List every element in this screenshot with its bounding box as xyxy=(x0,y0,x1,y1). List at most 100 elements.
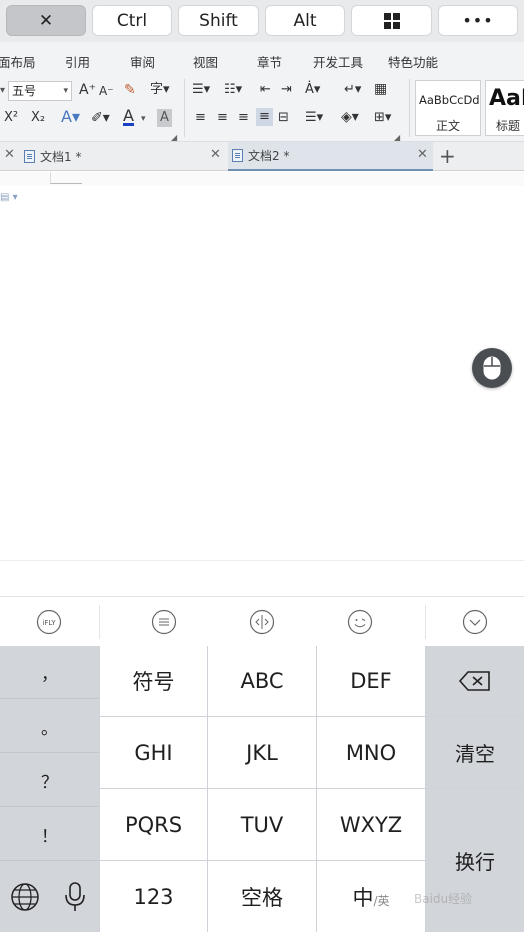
page-corner-mark xyxy=(50,172,82,184)
document-icon xyxy=(24,150,35,163)
key-space[interactable]: 空格 xyxy=(208,861,316,932)
clear-format-icon[interactable]: ✎ xyxy=(124,81,136,99)
toolbar-divider xyxy=(99,605,100,639)
key-123[interactable]: 123 xyxy=(100,861,207,932)
borders-icon[interactable]: ⊞▾ xyxy=(374,109,391,127)
paste-options-icon[interactable]: ▤ ▾ xyxy=(0,192,18,203)
menu-special-features[interactable]: 特色功能 xyxy=(388,52,438,71)
table-border-icon[interactable]: ▦ xyxy=(374,80,387,98)
sort-text-icon[interactable]: Ȧ▾ xyxy=(305,81,320,99)
punct-question-key[interactable]: ？ xyxy=(0,754,99,807)
key-abc[interactable]: ABC xyxy=(208,646,316,716)
tab-close-icon[interactable]: ✕ xyxy=(210,147,221,162)
increase-indent-icon[interactable]: ⇥ xyxy=(281,81,292,99)
subscript-button[interactable]: X₂ xyxy=(31,109,45,127)
char-shading-icon[interactable]: A xyxy=(157,109,172,127)
mouse-icon xyxy=(483,356,501,380)
punct-period-key[interactable]: 。 xyxy=(0,700,99,753)
key-symbols[interactable]: 符号 xyxy=(100,646,207,716)
punct-comma-key[interactable]: ， xyxy=(0,646,99,699)
clear-key[interactable]: 清空 xyxy=(426,717,524,788)
text-effect-icon[interactable]: A▾ xyxy=(61,108,80,126)
chevron-down-icon: ▾ xyxy=(63,86,68,96)
app-root: ✕ Ctrl Shift Alt ••• 面布局 引用 审阅 视图 章节 开发工… xyxy=(0,0,524,932)
font-color-icon[interactable]: A xyxy=(123,108,134,126)
ruler xyxy=(0,172,524,186)
phonetic-guide-icon[interactable]: 字▾ xyxy=(150,81,170,99)
key-def[interactable]: DEF xyxy=(317,646,425,716)
align-right-icon[interactable]: ≡ xyxy=(238,109,249,127)
distributed-icon[interactable]: ⊟ xyxy=(278,109,289,127)
menu-developer[interactable]: 开发工具 xyxy=(313,52,363,71)
menu-references[interactable]: 引用 xyxy=(65,52,90,71)
ctrl-key[interactable]: Ctrl xyxy=(92,5,172,36)
tab-close-icon[interactable]: ✕ xyxy=(417,147,428,162)
show-marks-icon[interactable]: ↵▾ xyxy=(344,81,361,99)
windows-icon xyxy=(383,12,400,29)
font-size-select[interactable]: 五号 ▾ xyxy=(8,81,72,101)
document-canvas[interactable]: ▤ ▾ xyxy=(0,172,524,596)
tab-label: 文档1 * xyxy=(40,150,82,164)
key-pqrs[interactable]: PQRS xyxy=(100,789,207,860)
decrease-font-button[interactable]: A⁻ xyxy=(99,82,114,100)
punct-exclaim-key[interactable]: ！ xyxy=(0,808,99,861)
superscript-button[interactable]: X² xyxy=(4,109,18,127)
windows-key[interactable] xyxy=(351,5,432,36)
page-bottom-line xyxy=(0,560,524,561)
ctrl-label: Ctrl xyxy=(116,10,148,31)
toolbar-divider xyxy=(409,79,410,137)
bullet-list-icon[interactable]: ☰▾ xyxy=(192,81,210,99)
mouse-mode-button[interactable] xyxy=(472,348,512,388)
microphone-icon xyxy=(64,882,85,911)
backspace-key[interactable] xyxy=(426,646,524,716)
modifier-key-bar: ✕ Ctrl Shift Alt ••• xyxy=(0,0,524,42)
more-icon: ••• xyxy=(462,11,494,30)
close-button[interactable]: ✕ xyxy=(6,5,86,36)
style-normal[interactable]: AaBbCcDd 正文 xyxy=(415,80,481,136)
key-mno[interactable]: MNO xyxy=(317,717,425,788)
microphone-key[interactable] xyxy=(50,862,99,932)
increase-font-button[interactable]: A⁺ xyxy=(79,81,96,99)
emoji-icon[interactable] xyxy=(347,609,373,635)
justify-icon[interactable]: ≡ xyxy=(256,108,273,126)
menu-review[interactable]: 审阅 xyxy=(130,52,155,71)
collapse-icon[interactable] xyxy=(462,609,488,635)
key-wxyz[interactable]: WXYZ xyxy=(317,789,425,860)
new-tab-button[interactable]: + xyxy=(439,144,456,168)
formatting-toolbar: ▾ 五号 ▾ A⁺ A⁻ ✎ 字▾ X² X₂ A▾ ✐▾ A ▾ A ◢ ☰▾… xyxy=(0,73,524,142)
decrease-indent-icon[interactable]: ⇤ xyxy=(260,81,271,99)
key-tuv[interactable]: TUV xyxy=(208,789,316,860)
ifly-icon[interactable]: iFLY xyxy=(36,609,62,635)
menu-icon[interactable] xyxy=(151,609,177,635)
highlight-icon[interactable]: ✐▾ xyxy=(91,109,110,127)
cursor-move-icon[interactable] xyxy=(249,609,275,635)
toolbar-divider xyxy=(184,79,185,137)
line-spacing-icon[interactable]: ☰▾ xyxy=(305,109,323,127)
document-icon xyxy=(232,149,243,162)
font-size-value: 五号 xyxy=(12,84,37,98)
paragraph-shading-icon[interactable]: ◈▾ xyxy=(341,108,359,126)
more-key[interactable]: ••• xyxy=(438,5,518,36)
align-left-icon[interactable]: ≡ xyxy=(195,109,206,127)
document-tabs: ✕ 文档1 * ✕ 文档2 * ✕ + xyxy=(0,142,524,171)
globe-key[interactable] xyxy=(0,862,49,932)
menu-section[interactable]: 章节 xyxy=(257,52,282,71)
style-heading-preview: AaB xyxy=(489,86,524,111)
style-heading[interactable]: AaB 标题 xyxy=(485,80,524,136)
style-normal-label: 正文 xyxy=(435,119,460,133)
tab-close-icon[interactable]: ✕ xyxy=(4,147,15,162)
numbered-list-icon[interactable]: ☷▾ xyxy=(224,81,242,99)
shift-key[interactable]: Shift xyxy=(178,5,259,36)
align-center-icon[interactable]: ≡ xyxy=(217,109,228,127)
font-name-caret-icon[interactable]: ▾ xyxy=(0,82,5,100)
tab-document-1[interactable]: 文档1 * xyxy=(24,142,224,171)
key-jkl[interactable]: JKL xyxy=(208,717,316,788)
font-color-caret-icon[interactable]: ▾ xyxy=(141,110,146,128)
menu-view[interactable]: 视图 xyxy=(193,52,218,71)
shift-label: Shift xyxy=(199,10,238,31)
alt-key[interactable]: Alt xyxy=(265,5,345,36)
menu-page-layout[interactable]: 面布局 xyxy=(0,52,36,71)
key-ghi[interactable]: GHI xyxy=(100,717,207,788)
tab-document-2[interactable]: 文档2 * xyxy=(228,142,433,171)
backspace-icon xyxy=(458,671,490,691)
